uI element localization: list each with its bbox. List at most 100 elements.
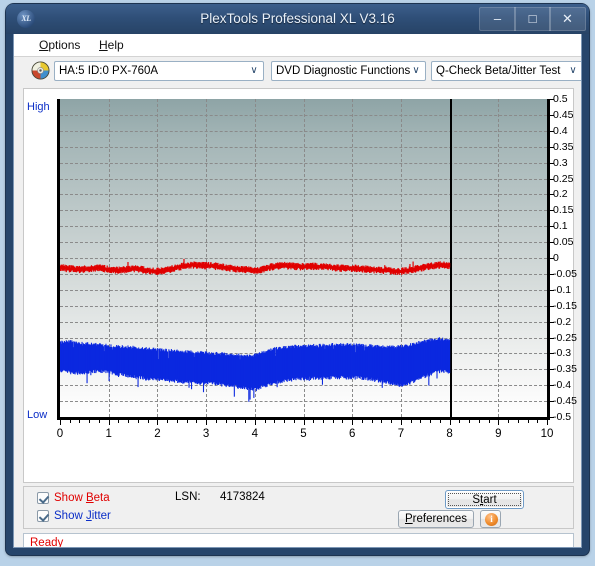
x-tick-mark — [498, 420, 500, 425]
start-button[interactable]: Start — [445, 490, 524, 509]
x-tick-mark — [400, 420, 402, 425]
client-area: Options Help HA:5 ID:0 PX-760A ∨ DVD Dia… — [13, 34, 582, 548]
x-tick-label: 10 — [540, 428, 554, 440]
x-tick-label: 8 — [446, 428, 453, 440]
y-tick-label: 0.35 — [553, 140, 574, 153]
y-tick-label: 0.45 — [553, 108, 574, 121]
x-tick-label: 1 — [105, 428, 112, 440]
y-tick-label: -0.05 — [553, 267, 577, 280]
menu-item-options-rest: ptions — [48, 38, 81, 52]
title-bar: XL PlexTools Professional XL V3.16 – □ ✕ — [6, 4, 589, 34]
x-minor-tick — [128, 420, 130, 423]
preferences-button[interactable]: Preferences — [398, 510, 474, 528]
menu-item-help[interactable]: Help — [94, 37, 129, 53]
lsn-value: 4173824 — [220, 491, 265, 503]
x-minor-tick — [79, 420, 81, 423]
optical-disc-icon — [31, 61, 50, 80]
function-select[interactable]: DVD Diagnostic Functions ∨ — [271, 61, 426, 81]
x-minor-tick — [69, 420, 71, 423]
x-minor-tick — [371, 420, 373, 423]
status-bar: Ready — [23, 533, 574, 547]
x-minor-tick — [410, 420, 412, 423]
x-minor-tick — [381, 420, 383, 423]
x-minor-tick — [215, 420, 217, 423]
test-select[interactable]: Q-Check Beta/Jitter Test ∨ — [431, 61, 581, 81]
x-minor-tick — [342, 420, 344, 423]
x-minor-tick — [176, 420, 178, 423]
x-minor-tick — [420, 420, 422, 423]
y-tick-label: -0.25 — [553, 331, 577, 344]
x-tick-mark — [108, 420, 110, 425]
x-minor-tick — [313, 420, 315, 423]
menu-bar: Options Help — [14, 34, 581, 57]
x-minor-tick — [517, 420, 519, 423]
show-jitter-label: Show Jitter — [54, 509, 111, 523]
axis-high-label: High — [27, 101, 50, 113]
menu-item-options[interactable]: Options — [34, 37, 85, 53]
x-minor-tick — [537, 420, 539, 423]
x-tick-label: 0 — [56, 428, 64, 440]
show-beta-label: Show Beta — [54, 491, 110, 505]
x-minor-tick — [527, 420, 529, 423]
show-jitter-suffix: itter — [91, 510, 111, 522]
chevron-down-icon[interactable]: ∨ — [249, 66, 259, 76]
y-tick-label: 0.4 — [553, 124, 568, 137]
lsn-label: LSN: — [175, 491, 201, 503]
y-tick-label: 0.15 — [553, 204, 574, 217]
x-minor-tick — [118, 420, 120, 423]
y-tick-label: 0.1 — [553, 220, 568, 233]
y-tick-label: 0.25 — [553, 172, 574, 185]
x-tick-mark — [157, 420, 159, 425]
trace-layer — [60, 99, 547, 417]
minimize-button[interactable]: – — [479, 7, 516, 31]
x-tick-mark — [303, 420, 305, 425]
x-tick-label: 3 — [202, 428, 210, 440]
y-tick-label: 0.2 — [553, 188, 568, 201]
x-tick-mark — [547, 420, 548, 425]
chevron-down-icon[interactable]: ∨ — [411, 66, 421, 76]
show-jitter-prefix: Show — [54, 510, 86, 522]
info-icon: i — [485, 513, 498, 526]
preferences-accel: P — [404, 513, 413, 525]
show-beta-suffix: eta — [93, 492, 110, 504]
x-minor-tick — [225, 420, 227, 423]
drive-select-value: HA:5 ID:0 PX-760A — [59, 65, 159, 77]
drive-select[interactable]: HA:5 ID:0 PX-760A ∨ — [54, 61, 264, 81]
x-minor-tick — [235, 420, 237, 423]
controls-panel: Show Beta Show Jitter LSN: 4173824 Start… — [23, 486, 574, 529]
preferences-suffix: references — [412, 513, 467, 525]
x-minor-tick — [459, 420, 461, 423]
show-jitter-checkbox[interactable] — [37, 510, 49, 522]
x-minor-tick — [293, 420, 295, 423]
y-tick-label: -0.15 — [553, 299, 577, 312]
x-minor-tick — [264, 420, 266, 423]
close-button[interactable]: ✕ — [549, 7, 586, 31]
y-tick-label: -0.45 — [553, 395, 577, 408]
y-tick-label: -0.2 — [553, 315, 572, 328]
x-minor-tick — [478, 420, 480, 423]
y-tick-label: -0.35 — [553, 363, 577, 376]
y-tick-label: -0.1 — [553, 283, 572, 296]
maximize-button[interactable]: □ — [514, 7, 551, 31]
show-beta-checkbox[interactable] — [37, 492, 49, 504]
x-minor-tick — [274, 420, 276, 423]
x-minor-tick — [488, 420, 490, 423]
x-minor-tick — [322, 420, 324, 423]
x-tick-mark — [206, 420, 208, 425]
x-minor-tick — [439, 420, 441, 423]
info-button[interactable]: i — [480, 510, 501, 528]
y-tick-label: 0.3 — [553, 156, 568, 169]
x-minor-tick — [332, 420, 334, 423]
chevron-down-icon[interactable]: ∨ — [568, 66, 578, 76]
x-minor-tick — [469, 420, 471, 423]
x-minor-tick — [196, 420, 198, 423]
x-minor-tick — [391, 420, 393, 423]
x-minor-tick — [147, 420, 149, 423]
beta-trace — [60, 258, 451, 276]
x-minor-tick — [98, 420, 100, 423]
x-minor-tick — [89, 420, 91, 423]
x-tick-mark — [254, 420, 256, 425]
x-minor-tick — [430, 420, 432, 423]
x-tick-label: 2 — [154, 428, 161, 440]
x-minor-tick — [508, 420, 510, 423]
